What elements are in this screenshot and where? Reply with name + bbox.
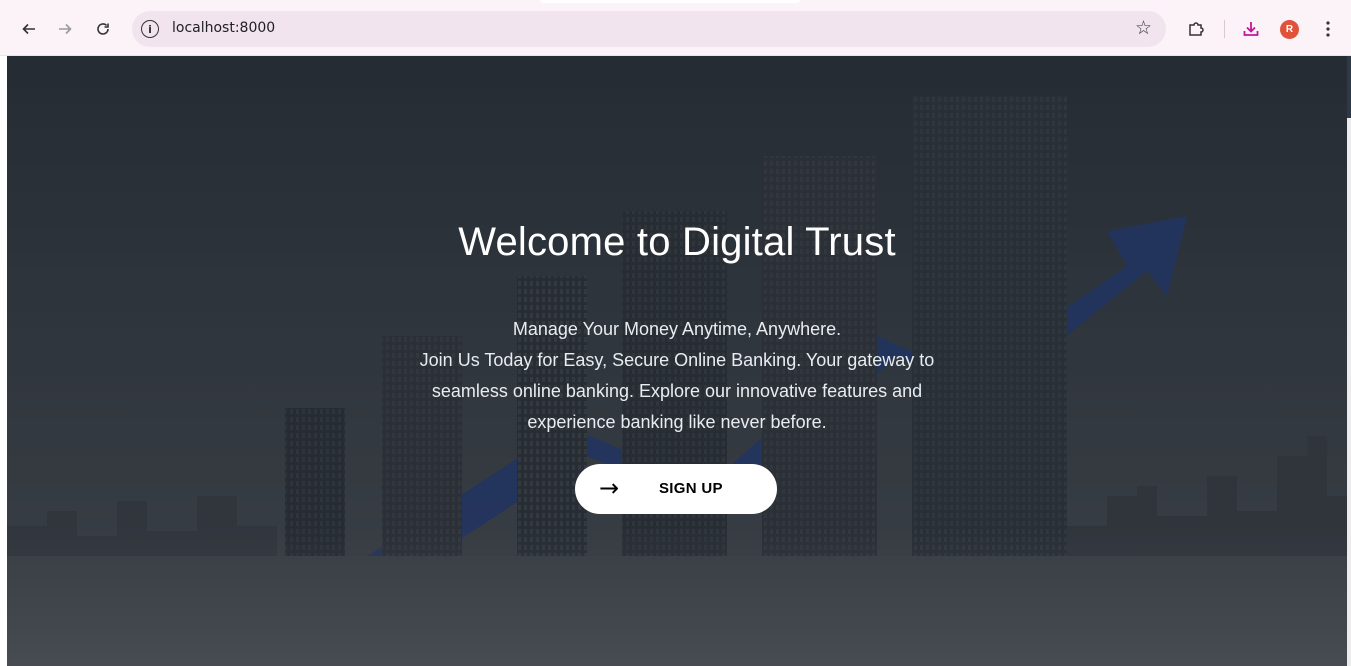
hero-subtitle-line: Manage Your Money Anytime, Anywhere.	[512, 319, 842, 339]
url-text[interactable]: localhost:8000	[172, 20, 275, 36]
browser-toolbar: i localhost:8000 ☆ R	[0, 0, 1351, 56]
address-bar[interactable]: i localhost:8000 ☆	[132, 11, 1166, 47]
hero-content: Welcome to Digital Trust Manage Your Mon…	[7, 56, 1347, 666]
kebab-menu-icon	[1326, 21, 1330, 37]
arrow-right-icon: →	[599, 474, 620, 502]
downloads-button[interactable]	[1238, 16, 1264, 42]
hero-subtitle-line: experience banking like never before.	[527, 412, 827, 432]
hero-subtitle: Manage Your Money Anytime, Anywhere. Joi…	[337, 314, 1017, 438]
page-viewport: Welcome to Digital Trust Manage Your Mon…	[0, 56, 1351, 666]
profile-avatar[interactable]: R	[1280, 20, 1299, 39]
forward-button[interactable]	[52, 16, 78, 42]
reload-icon	[97, 23, 109, 35]
hero-title: Welcome to Digital Trust	[458, 220, 896, 264]
puzzle-icon	[1189, 22, 1204, 36]
site-info-icon[interactable]: i	[141, 20, 159, 38]
back-button[interactable]	[16, 16, 42, 42]
back-arrow-icon	[22, 23, 35, 35]
page-scrollbar[interactable]	[1347, 56, 1351, 666]
browser-menu-button[interactable]	[1315, 16, 1341, 42]
bookmark-star-icon[interactable]: ☆	[1135, 17, 1152, 39]
extensions-button[interactable]	[1183, 16, 1209, 42]
active-tab-edge	[540, 0, 800, 3]
hero-subtitle-line: seamless online banking. Explore our inn…	[431, 381, 923, 401]
scrollbar-thumb[interactable]	[1347, 56, 1351, 118]
sign-up-label: SIGN UP	[659, 480, 723, 497]
hero-subtitle-line: Join Us Today for Easy, Secure Online Ba…	[419, 350, 935, 370]
sign-up-button[interactable]: → SIGN UP	[575, 464, 777, 514]
reload-button[interactable]	[90, 16, 116, 42]
forward-arrow-icon	[59, 23, 72, 35]
toolbar-divider	[1224, 20, 1225, 38]
hero-section: Welcome to Digital Trust Manage Your Mon…	[7, 56, 1347, 666]
download-icon	[1243, 22, 1259, 36]
